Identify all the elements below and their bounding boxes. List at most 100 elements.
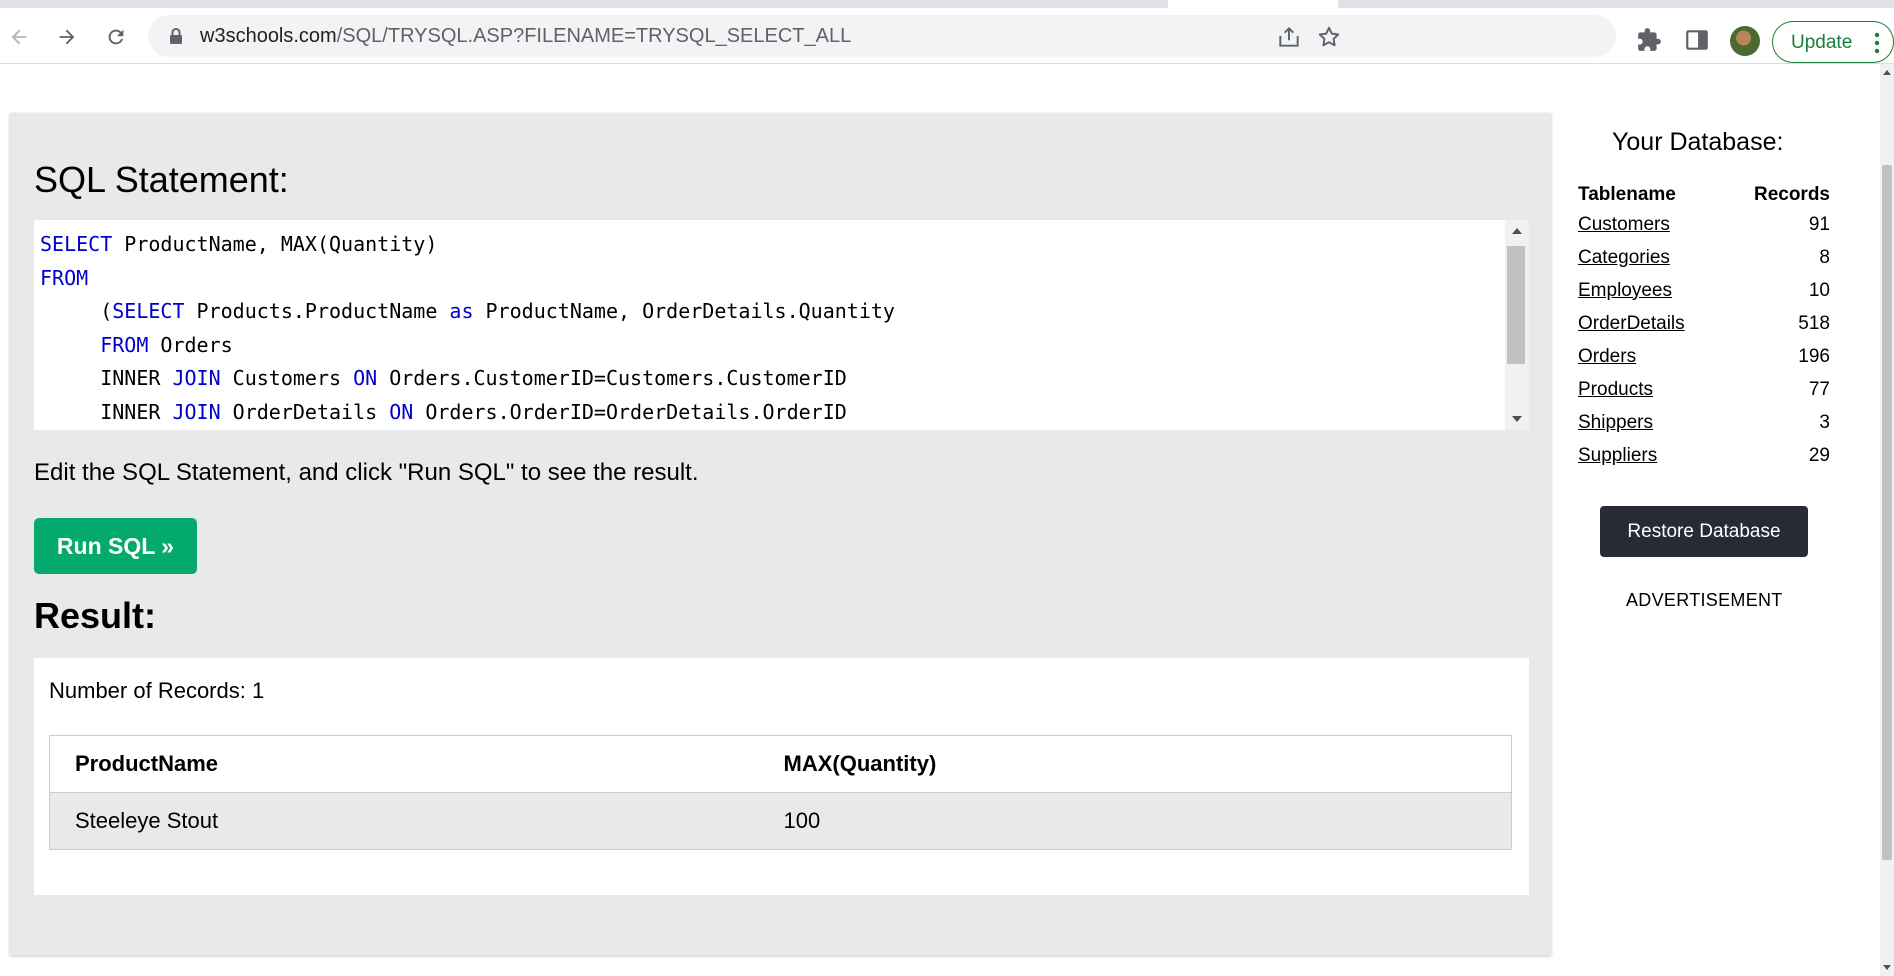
record-count-cell: 8: [1819, 246, 1830, 268]
code-line[interactable]: INNER JOIN Customers ON Orders.CustomerI…: [40, 362, 895, 396]
sql-statement-heading: SQL Statement:: [34, 159, 289, 200]
code-line[interactable]: (SELECT Products.ProductName as ProductN…: [40, 295, 895, 329]
sql-keyword: ON: [389, 399, 414, 424]
table-link-orderdetails[interactable]: OrderDetails: [1578, 313, 1685, 334]
extensions-puzzle-icon[interactable]: [1636, 27, 1662, 53]
url-text[interactable]: w3schools.com/SQL/TRYSQL.ASP?FILENAME=TR…: [200, 25, 851, 48]
reload-button[interactable]: [101, 22, 131, 52]
url-path: /SQL/TRYSQL.ASP?FILENAME=TRYSQL_SELECT_A…: [336, 25, 852, 47]
result-heading: Result:: [34, 595, 157, 636]
record-count-cell: 10: [1808, 279, 1830, 301]
editor-scroll-up-icon[interactable]: [1512, 228, 1522, 234]
database-header-row: Tablename Records: [1578, 181, 1830, 208]
column-header: ProductName: [49, 735, 759, 793]
table-row: Employees 10: [1578, 274, 1830, 307]
code-line[interactable]: FROM Orders: [40, 329, 895, 363]
sql-text: INNER: [40, 366, 173, 390]
page-scrollbar-thumb[interactable]: [1882, 165, 1892, 860]
code-line[interactable]: INNER JOIN OrderDetails ON Orders.OrderI…: [40, 396, 895, 430]
sql-keyword: JOIN: [172, 399, 221, 424]
table-row: Orders 196: [1578, 340, 1830, 373]
table-row: Products 77: [1578, 373, 1830, 406]
avatar[interactable]: [1730, 26, 1760, 56]
sql-text: Orders.OrderID=OrderDetails.OrderID: [413, 399, 847, 424]
code-line[interactable]: FROM: [40, 262, 895, 296]
table-link-products[interactable]: Products: [1578, 379, 1653, 400]
sql-text: OrderDetails: [220, 399, 390, 424]
sql-keyword: SELECT: [40, 232, 113, 256]
page-scrollbar[interactable]: [1880, 64, 1894, 976]
record-count-cell: 77: [1808, 378, 1830, 400]
column-header: MAX(Quantity): [758, 735, 1512, 793]
sql-keyword: FROM: [40, 265, 89, 290]
sql-text: Customers: [220, 366, 354, 390]
editor-scroll-down-icon[interactable]: [1512, 416, 1522, 422]
sql-keyword: SELECT: [112, 299, 185, 323]
records-header: Records: [1753, 183, 1830, 205]
tryit-panel: SQL Statement: SELECT ProductName, MAX(Q…: [10, 113, 1551, 955]
url-host: w3schools.com: [200, 25, 337, 47]
side-panel-icon[interactable]: [1684, 27, 1710, 53]
sql-text: ProductName, MAX(Quantity): [112, 232, 438, 256]
sql-keyword: as: [449, 299, 474, 323]
sql-keyword: FROM: [100, 332, 149, 357]
editor-scrollbar-thumb[interactable]: [1507, 246, 1525, 364]
record-count-cell: 518: [1798, 312, 1830, 334]
star-icon[interactable]: [1316, 24, 1342, 50]
advertisement-label: ADVERTISEMENT: [1626, 590, 1783, 610]
table-row: Customers 91: [1578, 208, 1830, 241]
sql-code[interactable]: SELECT ProductName, MAX(Quantity) FROM (S…: [40, 228, 895, 429]
result-box: Number of Records: 1 ProductName MAX(Qua…: [34, 658, 1529, 895]
table-link-categories[interactable]: Categories: [1578, 247, 1670, 268]
code-line[interactable]: SELECT ProductName, MAX(Quantity): [40, 228, 895, 262]
sql-editor[interactable]: SELECT ProductName, MAX(Quantity) FROM (S…: [34, 220, 1529, 430]
back-arrow-icon: [11, 29, 27, 45]
sql-text: (: [40, 299, 113, 323]
update-label: Update: [1791, 32, 1853, 53]
record-count-cell: 91: [1808, 213, 1830, 235]
forward-button[interactable]: [52, 22, 82, 52]
table-cell: 100: [758, 792, 1512, 850]
more-vert-icon[interactable]: [1874, 32, 1880, 54]
forward-arrow-icon: [59, 29, 75, 45]
table-link-shippers[interactable]: Shippers: [1578, 412, 1653, 433]
table-row: Categories 8: [1578, 241, 1830, 274]
table-row: Suppliers 29: [1578, 439, 1830, 472]
record-count-cell: 29: [1808, 444, 1830, 466]
table-link-orders[interactable]: Orders: [1578, 346, 1636, 367]
browser-toolbar: w3schools.com/SQL/TRYSQL.ASP?FILENAME=TR…: [0, 8, 1894, 64]
database-table: Tablename Records Customers 91 Categories…: [1578, 181, 1830, 472]
record-count: Number of Records: 1: [49, 678, 265, 703]
address-bar[interactable]: w3schools.com/SQL/TRYSQL.ASP?FILENAME=TR…: [148, 15, 1616, 57]
table-link-employees[interactable]: Employees: [1578, 280, 1672, 301]
table-row: Shippers 3: [1578, 406, 1830, 439]
lock-icon[interactable]: [168, 27, 184, 45]
table-link-customers[interactable]: Customers: [1578, 214, 1670, 235]
table-link-suppliers[interactable]: Suppliers: [1578, 445, 1657, 466]
result-header-row: ProductName MAX(Quantity): [49, 735, 1512, 793]
your-database-title: Your Database:: [1612, 128, 1784, 156]
table-cell: Steeleye Stout: [49, 792, 759, 850]
run-sql-button[interactable]: Run SQL »: [34, 518, 197, 574]
restore-database-button[interactable]: Restore Database: [1600, 506, 1808, 557]
active-tab[interactable]: [1168, 0, 1338, 8]
table-row: Steeleye Stout 100: [49, 792, 1512, 850]
page-scroll-up-icon[interactable]: [1883, 70, 1891, 75]
record-count-cell: 3: [1819, 411, 1830, 433]
tablename-header: Tablename: [1578, 183, 1676, 205]
result-table: ProductName MAX(Quantity) Steeleye Stout…: [49, 735, 1512, 850]
table-row: OrderDetails 518: [1578, 307, 1830, 340]
back-button[interactable]: [4, 22, 34, 52]
sql-text: ProductName, OrderDetails.Quantity: [473, 299, 895, 323]
tab-strip: [0, 0, 1894, 8]
sql-keyword: ON: [353, 366, 378, 390]
sql-text: INNER: [40, 399, 173, 424]
sql-text: Orders.CustomerID=Customers.CustomerID: [377, 366, 847, 390]
page-scroll-down-icon[interactable]: [1883, 965, 1891, 970]
reload-icon: [108, 29, 124, 45]
share-icon[interactable]: [1276, 24, 1302, 50]
update-button[interactable]: Update: [1772, 21, 1894, 63]
sql-text: Orders: [148, 332, 233, 357]
sql-keyword: JOIN: [172, 366, 221, 390]
